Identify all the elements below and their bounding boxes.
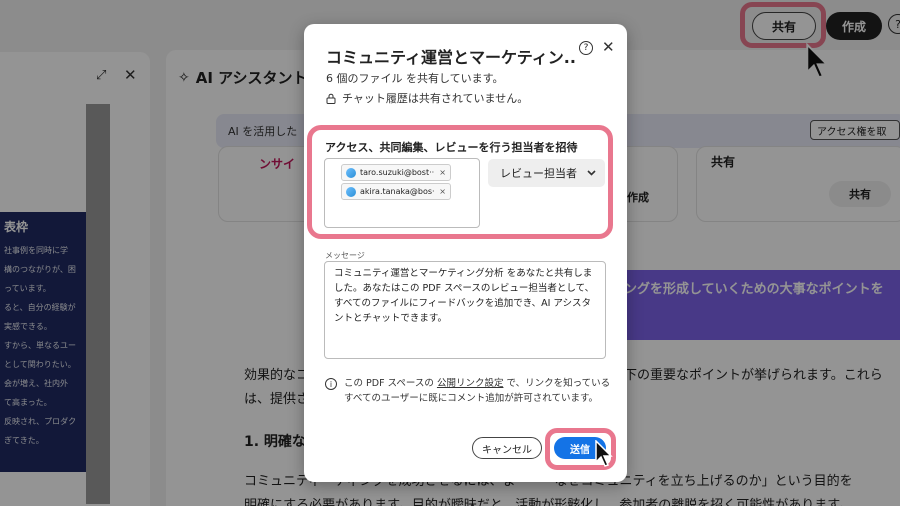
invite-label: アクセス、共同編集、レビューを行う担当者を招待	[325, 141, 578, 154]
invitee-email: akira.tanaka@bos···	[360, 187, 436, 196]
info-icon: i	[325, 378, 337, 390]
role-dropdown-value: レビュー担当者	[500, 167, 577, 180]
avatar	[346, 167, 356, 178]
chat-history-note-text: チャット履歴は共有されていません。	[342, 92, 529, 105]
public-link-info-text: この PDF スペースの 公開リンク設定 で、リンクを知っているすべてのユーザー…	[344, 376, 615, 406]
remove-chip-icon[interactable]: ×	[439, 187, 450, 196]
invitee-chip[interactable]: akira.tanaka@bos··· ×	[341, 183, 451, 200]
invitee-email-field[interactable]: taro.suzuki@bost··· × akira.tanaka@bos··…	[324, 158, 480, 228]
role-dropdown[interactable]: レビュー担当者	[488, 159, 605, 187]
invitee-email: taro.suzuki@bost···	[360, 168, 436, 177]
cancel-button[interactable]: キャンセル	[472, 437, 542, 459]
chat-history-note: チャット履歴は共有されていません。	[326, 90, 528, 106]
mouse-cursor-icon	[595, 440, 613, 467]
invitee-chip[interactable]: taro.suzuki@bost··· ×	[341, 164, 451, 181]
chevron-down-icon	[587, 170, 596, 176]
public-link-info: i この PDF スペースの 公開リンク設定 で、リンクを知っているすべてのユー…	[325, 376, 615, 406]
remove-chip-icon[interactable]: ×	[439, 168, 450, 177]
help-icon[interactable]: ?	[579, 41, 593, 55]
message-label: メッセージ	[325, 251, 365, 260]
dialog-subtitle: 6 個のファイル を共有しています。	[326, 72, 504, 85]
avatar	[346, 186, 356, 197]
public-link-settings-link[interactable]: 公開リンク設定	[437, 378, 504, 389]
dialog-title: コミュニティ運営とマーケティン...	[326, 48, 576, 67]
message-textarea[interactable]: コミュニティ運営とマーケティング分析 をあなたと共有しました。あなたはこの PD…	[324, 261, 606, 359]
info-text-prefix: この PDF スペースの	[344, 378, 437, 389]
lock-icon	[326, 93, 336, 104]
close-icon[interactable]: ✕	[602, 38, 615, 56]
